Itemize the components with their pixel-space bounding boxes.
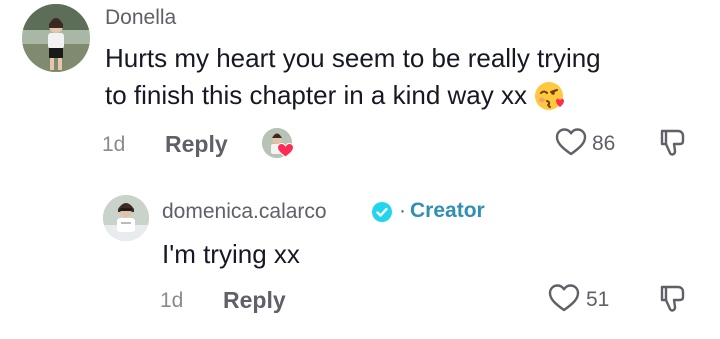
commenter-avatar[interactable] xyxy=(22,4,90,72)
reply-to-reply-button[interactable]: Reply xyxy=(223,287,286,314)
reply-like-heart-icon[interactable] xyxy=(548,283,580,313)
dislike-icon[interactable] xyxy=(658,127,688,159)
creator-liked-heart-icon xyxy=(276,142,295,158)
comment-age: 1d xyxy=(102,133,126,156)
like-count: 86 xyxy=(592,132,616,155)
like-heart-icon[interactable] xyxy=(555,127,587,157)
kissing-face-with-heart-icon xyxy=(533,78,567,112)
verified-badge-icon xyxy=(371,201,393,223)
comment-text-line-1: Hurts my heart you seem to be really try… xyxy=(105,43,601,73)
comment-text-line-2-text: to finish this chapter in a kind way xx xyxy=(105,80,527,110)
reply-dislike-icon[interactable] xyxy=(658,283,688,315)
reply-age: 1d xyxy=(160,289,184,312)
creator-avatar[interactable] xyxy=(103,195,149,241)
commenter-username[interactable]: Donella xyxy=(105,6,176,30)
creator-username[interactable]: domenica.calarco xyxy=(162,200,327,224)
creator-badge: Creator xyxy=(410,199,485,222)
comment-text: Hurts my heart you seem to be really try… xyxy=(105,40,695,114)
reply-text: I'm trying xx xyxy=(162,239,300,269)
separator-dot: · xyxy=(399,199,406,222)
comment-text-line-2: to finish this chapter in a kind way xx xyxy=(105,77,695,114)
reply-button[interactable]: Reply xyxy=(165,131,228,158)
reply-like-count: 51 xyxy=(586,288,610,311)
